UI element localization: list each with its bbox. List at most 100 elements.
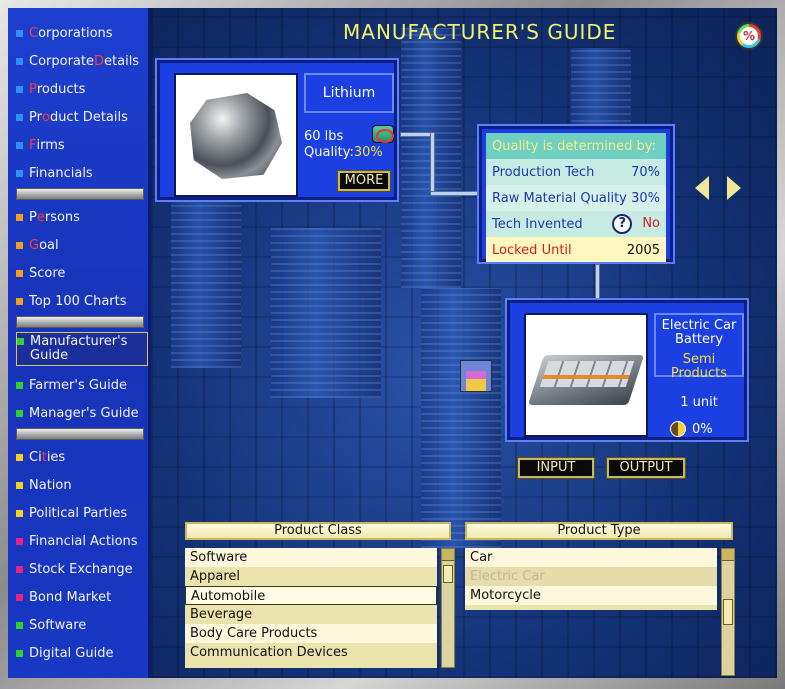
sidebar-item-label: Top 100 Charts (29, 293, 127, 309)
quality-row-raw-material: Raw Material Quality 30% (486, 185, 666, 211)
source-material-panel: Lithium 60 lbs Quality:30% MORE (155, 58, 399, 202)
product-class-scrollbar[interactable] (441, 548, 455, 668)
material-quantity: 60 lbs (304, 129, 344, 144)
quality-title-label: Quality is determined by: (492, 138, 656, 154)
list-item[interactable]: Body Care Products (185, 624, 437, 643)
sidebar-item-farmers-guide[interactable]: Farmer's Guide (16, 374, 148, 396)
list-item[interactable]: Software (185, 548, 437, 567)
list-item-selected[interactable]: Electric Car (465, 567, 717, 586)
sidebar-item-label: irms (36, 137, 65, 153)
bullet-icon (16, 169, 23, 177)
product-class: Semi Products (670, 352, 728, 381)
product-class-list: Software Apparel Automobile Beverage Bod… (185, 548, 437, 668)
scroll-up-icon[interactable] (442, 549, 454, 561)
output-button[interactable]: OUTPUT (606, 457, 686, 479)
sidebar-item-label: Manager's Guide (29, 405, 139, 421)
sidebar-item-manufacturers-guide[interactable]: Manufacturer's Guide (16, 332, 148, 366)
main-view: MANUFACTURER'S GUIDE % Lithium 60 lbs Qu… (151, 8, 777, 678)
sidebar-item-label: Ci (29, 449, 42, 465)
sidebar-item-financial-actions[interactable]: Financial Actions (16, 530, 148, 552)
list-item[interactable]: Beverage (185, 605, 437, 624)
input-button[interactable]: INPUT (517, 457, 595, 479)
sidebar-item-digital-guide[interactable]: Digital Guide (16, 642, 148, 664)
building-icon[interactable] (460, 360, 492, 392)
sidebar-item-corporate-details[interactable]: Corporate Details (16, 50, 148, 72)
product-name-box[interactable]: Electric Car Battery Semi Products (654, 313, 744, 381)
sidebar-item-label: Manufacturer's Guide (30, 334, 128, 363)
material-name[interactable]: Lithium (304, 73, 394, 113)
sidebar-item-bond-market[interactable]: Bond Market (16, 586, 148, 608)
connector-line (430, 132, 435, 196)
list-item[interactable]: Motorcycle (465, 586, 717, 605)
no-factory-icon (372, 125, 394, 143)
bullet-icon (16, 593, 23, 601)
connector-line (595, 264, 600, 300)
scroll-thumb[interactable] (723, 599, 733, 625)
sidebar: Corporations Corporate Details Products … (8, 8, 151, 678)
bullet-icon (16, 213, 23, 221)
sidebar-item-label: Farmer's Guide (29, 377, 128, 393)
product-name: Electric Car Battery (661, 318, 737, 347)
row-label: Production Tech (492, 164, 595, 180)
sidebar-item-software[interactable]: Software (16, 614, 148, 636)
connector-line (430, 191, 480, 196)
sidebar-item-label: Bond Market (29, 589, 112, 605)
percent-icon[interactable]: % (735, 22, 763, 50)
bullet-icon (16, 57, 23, 65)
sidebar-item-nation[interactable]: Nation (16, 474, 148, 496)
sidebar-item-firms[interactable]: Firms (16, 134, 148, 156)
list-item-selected[interactable]: Automobile (185, 586, 437, 605)
scroll-up-icon[interactable] (722, 549, 734, 561)
sidebar-item-political-parties[interactable]: Political Parties (16, 502, 148, 524)
list-item[interactable]: Apparel (185, 567, 437, 586)
next-arrow-icon[interactable] (727, 176, 741, 200)
help-icon[interactable]: ? (612, 214, 633, 234)
bullet-icon (16, 621, 23, 629)
quality-row-locked-until: Locked Until 2005 (486, 237, 666, 263)
bullet-icon (16, 453, 23, 461)
sidebar-item-cities[interactable]: Ci t ies (16, 446, 148, 468)
connector-line (400, 132, 432, 137)
sidebar-item-corporations[interactable]: Corporations (16, 22, 148, 44)
bullet-icon (16, 297, 23, 305)
quality-value: 30% (353, 145, 383, 160)
row-value: 70% (631, 164, 660, 180)
product-type-scrollbar[interactable] (721, 548, 735, 676)
product-yield: 0% (670, 421, 713, 437)
sidebar-item-product-details[interactable]: Pr o duct Details (16, 106, 148, 128)
bullet-icon (16, 85, 23, 93)
list-item[interactable]: Car (465, 548, 717, 567)
row-label: Raw Material Quality (492, 190, 627, 206)
sidebar-item-score[interactable]: Score (16, 262, 148, 284)
sidebar-item-label: Digital Guide (29, 645, 114, 661)
hotkey-letter: e (36, 209, 45, 225)
sidebar-item-label: Political Parties (29, 505, 128, 521)
sidebar-item-goal[interactable]: Goal (16, 234, 148, 256)
sidebar-item-managers-guide[interactable]: Manager's Guide (16, 402, 148, 424)
bullet-icon (16, 269, 23, 277)
bullet-icon (16, 409, 23, 417)
more-button[interactable]: MORE (337, 170, 391, 192)
sidebar-item-stock-exchange[interactable]: Stock Exchange (16, 558, 148, 580)
sidebar-item-top-100-charts[interactable]: Top 100 Charts (16, 290, 148, 312)
battery-image (527, 355, 645, 405)
previous-arrow-icon[interactable] (695, 176, 709, 200)
quality-row-tech-invented: Tech Invented? No (486, 211, 666, 237)
quality-title: Quality is determined by: (486, 133, 666, 159)
hotkey-letter: G (29, 237, 40, 253)
bullet-icon (16, 381, 23, 389)
sidebar-item-persons[interactable]: Pe rsons (16, 206, 148, 228)
sidebar-item-label: Corporate (29, 53, 94, 69)
row-label: Tech Invented (492, 216, 583, 232)
hotkey-letter: D (94, 53, 105, 69)
sidebar-divider (16, 188, 144, 200)
scroll-thumb[interactable] (443, 565, 453, 583)
sidebar-divider (16, 428, 144, 440)
pie-icon (670, 421, 686, 437)
sidebar-item-products[interactable]: Products (16, 78, 148, 100)
list-item[interactable]: Communication Devices (185, 643, 437, 662)
bullet-icon (16, 241, 23, 249)
sidebar-item-label: ies (46, 449, 66, 465)
hotkey-letter: o (41, 109, 50, 125)
sidebar-item-financials[interactable]: Financials (16, 162, 148, 184)
